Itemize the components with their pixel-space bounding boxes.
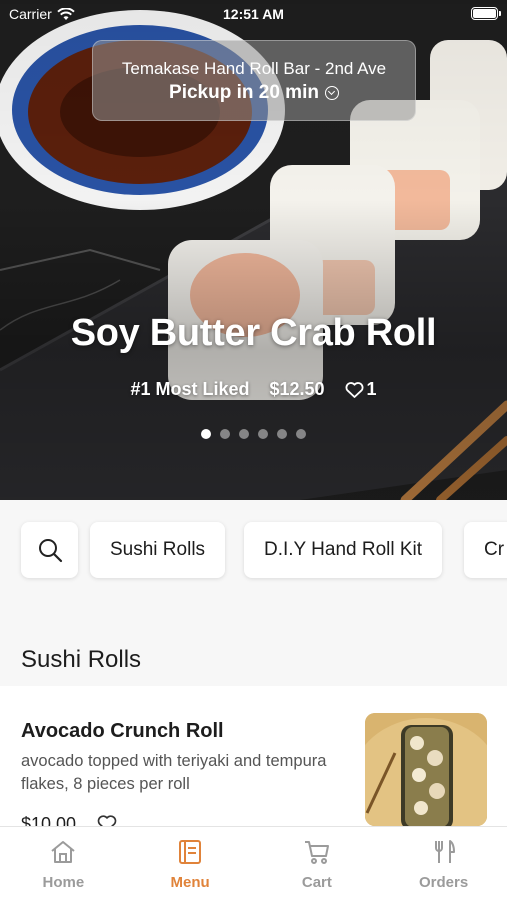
- carousel-dots: [0, 429, 507, 439]
- menu-item-description: avocado topped with teriyaki and tempura…: [21, 752, 327, 793]
- tab-cart-label: Cart: [301, 874, 332, 891]
- featured-badge: #1 Most Liked: [130, 379, 250, 399]
- featured-item-title: Soy Butter Crab Roll: [70, 312, 437, 354]
- bottom-tab-bar: Home Menu Cart Orders: [0, 826, 507, 900]
- store-name: Temakase Hand Roll Bar - 2nd Ave: [121, 59, 387, 78]
- menu-item-like-button[interactable]: [97, 814, 117, 826]
- menu-item-photo: [365, 713, 487, 826]
- menu-item-card[interactable]: Avocado Crunch Roll avocado topped with …: [0, 686, 507, 826]
- fork-knife-icon: [434, 840, 455, 863]
- featured-price: $12.50: [269, 379, 325, 399]
- menu-item-name: Avocado Crunch Roll: [21, 720, 224, 742]
- tab-orders[interactable]: Orders: [380, 827, 507, 900]
- menu-item-price: $10.00: [21, 814, 77, 826]
- cart-icon: [304, 841, 329, 864]
- carousel-dot[interactable]: [258, 429, 268, 439]
- category-bar: Sushi Rolls D.I.Y Hand Roll Kit Cr: [0, 500, 507, 620]
- tab-cart[interactable]: Cart: [254, 827, 381, 900]
- carousel-dot[interactable]: [220, 429, 230, 439]
- status-time: 12:51 AM: [223, 6, 284, 22]
- section-title: Sushi Rolls: [21, 646, 142, 673]
- featured-likes[interactable]: 1: [345, 379, 377, 400]
- menu-book-icon: [179, 840, 202, 864]
- chevron-down-circle-icon: [324, 86, 339, 100]
- featured-hero[interactable]: Carrier 12:51 AM Temakase Hand Roll Bar …: [0, 0, 507, 500]
- featured-like-count: 1: [366, 379, 377, 399]
- battery-icon: [471, 7, 501, 20]
- status-bar: Carrier 12:51 AM: [0, 0, 507, 28]
- category-chip-diy-hand-roll-kit[interactable]: D.I.Y Hand Roll Kit: [244, 522, 443, 578]
- home-icon: [51, 841, 76, 863]
- category-chip-sushi-rolls[interactable]: Sushi Rolls: [90, 522, 226, 578]
- category-chip-partial[interactable]: Cr: [464, 522, 507, 578]
- search-button[interactable]: [21, 522, 78, 578]
- pickup-time: Pickup in 20 min: [93, 82, 415, 104]
- carousel-dot[interactable]: [277, 429, 287, 439]
- carousel-dot[interactable]: [239, 429, 249, 439]
- tab-home-label: Home: [42, 874, 85, 891]
- tab-menu[interactable]: Menu: [127, 827, 254, 900]
- heart-icon: [97, 815, 117, 826]
- tab-home[interactable]: Home: [0, 827, 127, 900]
- tab-orders-label: Orders: [419, 874, 469, 891]
- featured-item-meta: #1 Most Liked $12.50 1: [0, 379, 507, 400]
- carousel-dot[interactable]: [201, 429, 211, 439]
- section-header: Sushi Rolls: [0, 620, 507, 686]
- carousel-dot[interactable]: [296, 429, 306, 439]
- pickup-label: Pickup in 20 min: [169, 82, 319, 103]
- search-icon: [38, 539, 62, 563]
- heart-icon: [345, 382, 364, 398]
- store-selector[interactable]: Temakase Hand Roll Bar - 2nd Ave Pickup …: [92, 40, 416, 121]
- tab-menu-label: Menu: [170, 874, 210, 891]
